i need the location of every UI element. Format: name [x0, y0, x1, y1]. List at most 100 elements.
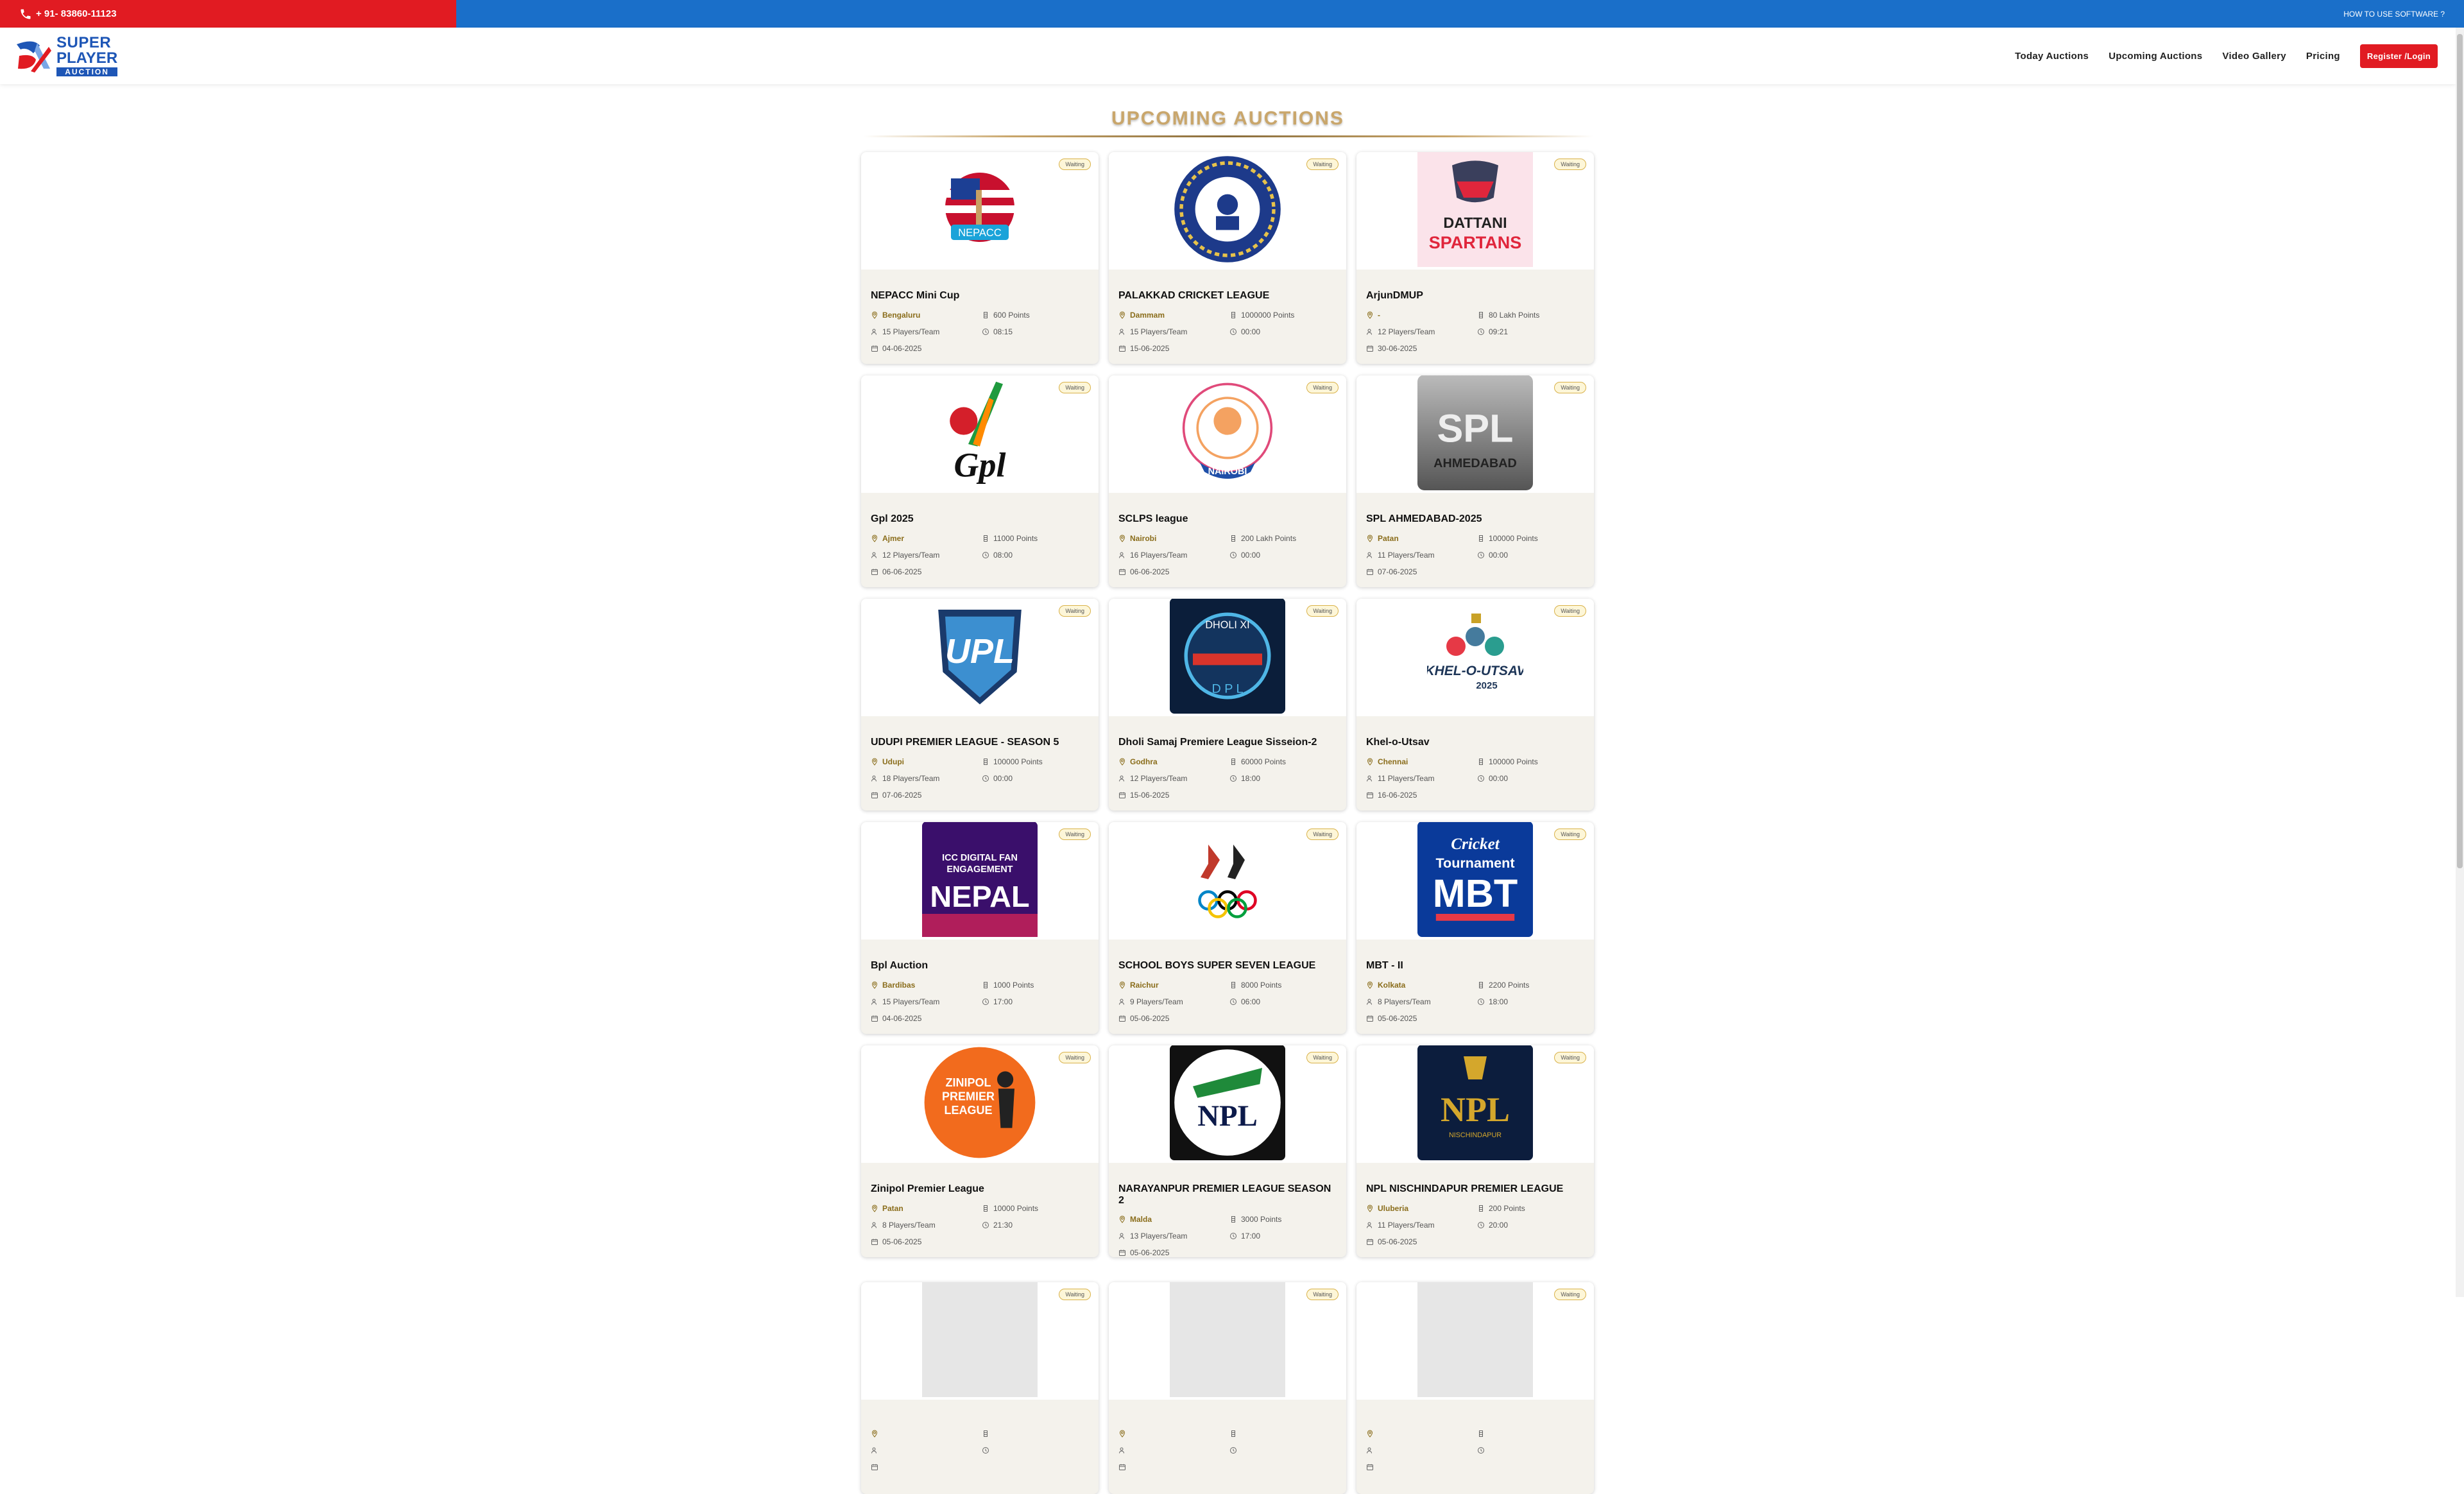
location-pin-icon: [1367, 535, 1373, 542]
status-badge: Waiting: [1059, 382, 1091, 393]
status-badge: Waiting: [1554, 605, 1586, 617]
auction-players: 9 Players/Team: [1130, 997, 1183, 1006]
calendar-icon: [1367, 345, 1373, 352]
auction-logo-area: Gpl Waiting: [861, 375, 1099, 493]
auction-card[interactable]: KHEL-O-UTSAV 2025 Waiting Khel-o-Utsav Chenn…: [1356, 599, 1594, 811]
nav-video-gallery[interactable]: Video Gallery: [2222, 51, 2286, 62]
players-icon: [871, 775, 877, 782]
calendar-icon: [871, 1464, 878, 1470]
location-pin-icon: [1367, 1205, 1373, 1212]
auction-card[interactable]: NEPACC Waiting NEPACC Mini Cup Bengaluru 600…: [861, 152, 1099, 364]
auction-points: 60000 Points: [1241, 757, 1287, 766]
auction-name[interactable]: NEPACC Mini Cup: [871, 290, 1089, 302]
register-login-button[interactable]: Register /Login: [2359, 44, 2438, 68]
auction-date: 05-06-2025: [1130, 1248, 1170, 1257]
auction-name[interactable]: SPL AHMEDABAD-2025: [1366, 513, 1584, 525]
auction-name[interactable]: PALAKKAD CRICKET LEAGUE: [1118, 290, 1337, 302]
auction-points: 600 Points: [993, 310, 1030, 320]
auction-logo-area: Waiting: [1109, 1282, 1346, 1400]
logo-line-super: SUPER: [56, 34, 112, 51]
auction-date: 07-06-2025: [1378, 567, 1417, 576]
status-badge: Waiting: [1554, 1289, 1586, 1300]
auction-card[interactable]: Cricket Tournament MBT Waiting MBT - II Kolka…: [1356, 822, 1594, 1034]
auction-players: 12 Players/Team: [1378, 327, 1435, 336]
npl-narayanpur-logo: NPL: [1170, 1045, 1285, 1163]
auction-logo-area: NEPACC Waiting: [861, 152, 1099, 270]
auction-name[interactable]: SCHOOL BOYS SUPER SEVEN LEAGUE: [1118, 960, 1337, 972]
phone-strip[interactable]: + 91- 83860-11123: [0, 0, 456, 28]
calendar-icon: [871, 569, 878, 575]
points-icon: [1479, 981, 1483, 988]
auction-points: 8000 Points: [1241, 980, 1282, 990]
players-icon: [1367, 329, 1372, 335]
auction-logo-area: SPL AHMEDABAD Waiting: [1356, 375, 1594, 493]
auction-date: 04-06-2025: [882, 343, 922, 353]
auction-card[interactable]: DHOLI XI D P L Waiting Dholi Samaj Premiere…: [1109, 599, 1346, 811]
auction-name[interactable]: Dholi Samaj Premiere League Sisseion-2: [1118, 737, 1337, 748]
status-badge: Waiting: [1306, 382, 1339, 393]
auction-card[interactable]: NPL Waiting NARAYANPUR PREMIER LEAGUE SEAS…: [1109, 1045, 1346, 1257]
nav-menu: Today Auctions Upcoming Auctions Video G…: [2015, 44, 2438, 68]
auction-name[interactable]: Zinipol Premier League: [871, 1183, 1089, 1195]
players-icon: [1367, 999, 1372, 1005]
players-icon: [871, 1447, 877, 1454]
auction-logo-area: DATTANI SPARTANS Waiting: [1356, 152, 1594, 270]
how-to-use-link[interactable]: HOW TO USE SOFTWARE ?: [2343, 10, 2445, 19]
auction-logo-area: Waiting: [1356, 1282, 1594, 1400]
scrollbar-thumb[interactable]: [2457, 34, 2463, 868]
nav-upcoming-auctions[interactable]: Upcoming Auctions: [2109, 51, 2202, 62]
auction-location: Malda: [1130, 1215, 1152, 1224]
auction-card[interactable]: SPL AHMEDABAD Waiting SPL AHMEDABAD-2025 Pat…: [1356, 375, 1594, 587]
nav-today-auctions[interactable]: Today Auctions: [2015, 51, 2089, 62]
points-icon: [1479, 1430, 1483, 1437]
players-icon: [871, 329, 877, 335]
nav-pricing[interactable]: Pricing: [2306, 51, 2340, 62]
svg-text:MBT: MBT: [1433, 872, 1518, 915]
points-icon: [1231, 758, 1235, 765]
svg-text:Cricket: Cricket: [1451, 836, 1500, 853]
points-icon: [984, 1205, 988, 1212]
players-icon: [1367, 1447, 1372, 1454]
auction-card[interactable]: Waiting: [1356, 1282, 1594, 1494]
auction-card[interactable]: Gpl Waiting Gpl 2025 Ajmer 11000 Points 12 Pl…: [861, 375, 1099, 587]
logo-line-player: PLAYER: [56, 49, 118, 67]
spa-logo-icon: [17, 41, 51, 73]
auction-name[interactable]: MBT - II: [1366, 960, 1584, 972]
auction-name[interactable]: UDUPI PREMIER LEAGUE - SEASON 5: [871, 737, 1089, 748]
auction-card[interactable]: Waiting SCHOOL BOYS SUPER SEVEN LEAGUE Rai…: [1109, 822, 1346, 1034]
clock-icon: [1478, 1221, 1484, 1228]
spl-logo: SPL AHMEDABAD: [1417, 375, 1533, 494]
auction-name[interactable]: Khel-o-Utsav: [1366, 737, 1584, 748]
auction-name[interactable]: NPL NISCHINDAPUR PREMIER LEAGUE: [1366, 1183, 1584, 1195]
auction-card[interactable]: Waiting: [1109, 1282, 1346, 1494]
location-pin-icon: [1367, 981, 1373, 989]
auction-name[interactable]: Bpl Auction: [871, 960, 1089, 972]
brand-logo[interactable]: SUPER PLAYER AUCTION: [14, 34, 118, 76]
auction-card[interactable]: NPL NISCHINDAPUR Waiting NPL NISCHINDAPUR P…: [1356, 1045, 1594, 1257]
auction-players: 15 Players/Team: [1130, 327, 1188, 336]
points-icon: [1231, 981, 1235, 988]
auction-card[interactable]: Waiting: [861, 1282, 1099, 1494]
players-icon: [871, 552, 877, 558]
auction-card[interactable]: DATTANI SPARTANS Waiting ArjunDMUP - 80 Lakh …: [1356, 152, 1594, 364]
calendar-icon: [1367, 1464, 1373, 1470]
upl-logo: UPL: [922, 599, 1038, 717]
page-scrollbar[interactable]: [2456, 28, 2464, 1297]
partial-logo: [922, 1282, 1038, 1400]
auction-location: Nairobi: [1130, 533, 1157, 543]
auction-name[interactable]: NARAYANPUR PREMIER LEAGUE SEASON 2: [1118, 1183, 1337, 1206]
svg-text:DHOLI XI: DHOLI XI: [1205, 619, 1249, 631]
auction-card[interactable]: ICC DIGITAL FAN ENGAGEMENT NEPAL Waiting Bpl…: [861, 822, 1099, 1034]
svg-text:AHMEDABAD: AHMEDABAD: [1433, 456, 1517, 470]
auction-card[interactable]: NAIROBI Waiting SCLPS league Nairobi 200 Lak…: [1109, 375, 1346, 587]
auction-card[interactable]: Waiting PALAKKAD CRICKET LEAGUE Dammam 1000…: [1109, 152, 1346, 364]
auction-name[interactable]: ArjunDMUP: [1366, 290, 1584, 302]
status-badge: Waiting: [1059, 1289, 1091, 1300]
auction-name[interactable]: SCLPS league: [1118, 513, 1337, 525]
points-icon: [984, 758, 988, 765]
auction-card[interactable]: ZINIPOL PREMIER LEAGUE Waiting Zinipol Premi…: [861, 1045, 1099, 1257]
auction-time: 06:00: [1241, 997, 1261, 1006]
auction-card[interactable]: UPL Waiting UDUPI PREMIER LEAGUE - SEASON …: [861, 599, 1099, 811]
auction-name[interactable]: Gpl 2025: [871, 513, 1089, 525]
auction-logo-area: Waiting: [1109, 152, 1346, 270]
